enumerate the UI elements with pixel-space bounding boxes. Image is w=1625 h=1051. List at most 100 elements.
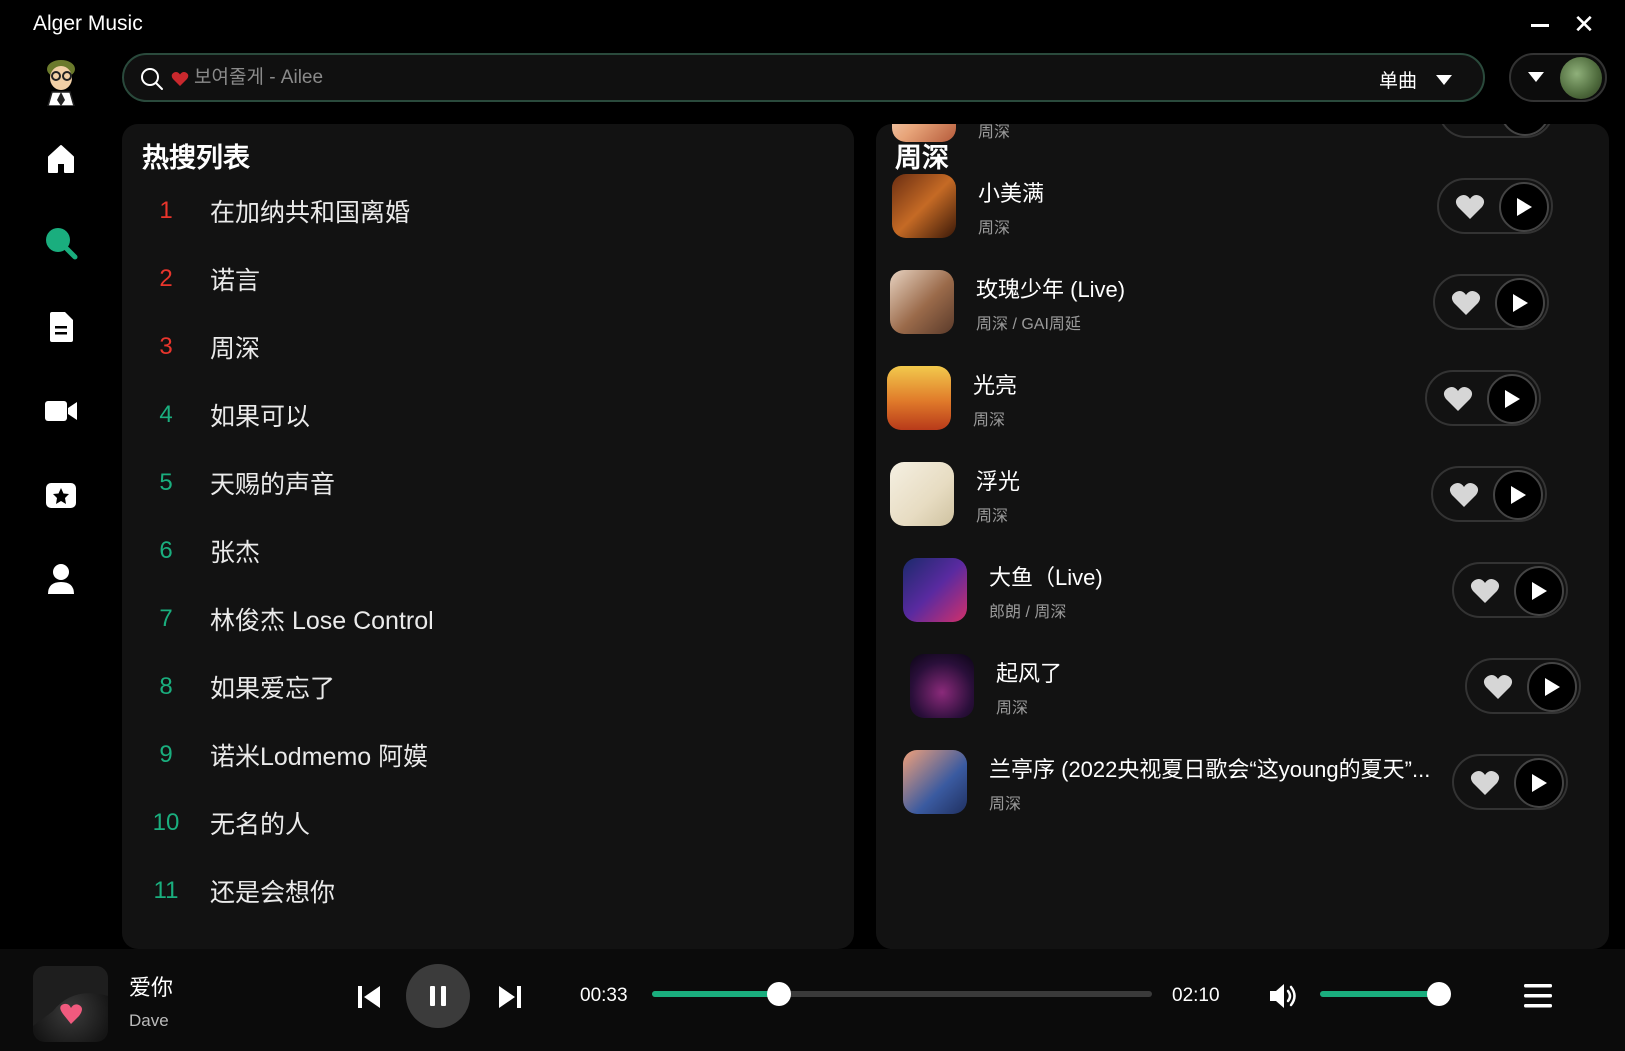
play-icon [1532,774,1547,792]
song-row[interactable]: 达拉崩吧 (Live)周深 [892,124,1592,158]
hot-search-item[interactable]: 5 天赐的声音 [122,458,822,508]
hot-search-item[interactable]: 4 如果可以 [122,390,822,440]
song-row[interactable]: 大鱼（Live) 郎朗 / 周深 [903,558,1603,638]
heart-icon[interactable] [1443,385,1473,413]
heart-icon[interactable] [1449,481,1479,509]
hot-search-panel: 热搜列表 1 在加纳共和国离婚 2 诺言 3 周深 4 如果可以 5 天赐的声音 6 张杰 7 林俊杰 L… [122,124,854,949]
user-menu-button[interactable] [1509,53,1607,102]
user-icon [48,564,74,594]
song-row[interactable]: 兰亭序 (2022央视夏日歌会“这young的夏天”... 周深 [903,750,1603,830]
song-cover[interactable] [892,174,956,238]
song-actions [1452,562,1568,618]
song-title: 大鱼（Live) [989,565,1103,590]
song-artist: 周深 [973,412,1006,429]
song-cover[interactable] [890,270,954,334]
song-title: 起风了 [996,661,1063,686]
volume-icon[interactable] [1268,981,1300,1011]
nav-user[interactable] [40,558,82,600]
play-button[interactable] [1500,124,1550,136]
progress-slider[interactable] [652,982,1152,1006]
hot-search-item[interactable]: 2 诺言 [122,254,822,304]
close-icon[interactable]: ✕ [1570,10,1598,38]
play-button[interactable] [1527,662,1577,712]
next-icon[interactable] [497,984,523,1010]
nav-favorites[interactable] [40,474,82,516]
volume-slider[interactable] [1320,982,1452,1006]
volume-handle[interactable] [1427,982,1452,1006]
song-cover[interactable] [890,462,954,526]
hot-search-item[interactable]: 1 在加纳共和国离婚 [122,186,822,236]
hot-rank: 1 [159,197,173,224]
song-artist: 周深 [989,796,1022,813]
hot-search-item[interactable]: 6 张杰 [122,526,822,576]
nav-search[interactable] [40,222,82,264]
hot-rank: 6 [159,537,173,564]
song-cover[interactable] [892,124,956,142]
song-results-panel: 周深 达拉崩吧 (Live)周深小美满周深玫瑰少年 (Live)周深 / GAI… [876,124,1609,949]
heart-icon[interactable] [1483,673,1513,701]
song-cover[interactable] [903,750,967,814]
nav-mv[interactable] [40,390,82,432]
hot-word: 如果爱忘了 [210,675,336,703]
song-row[interactable]: 起风了 周深 [910,654,1609,734]
hot-word: 在加纳共和国离婚 [210,199,411,227]
song-cover[interactable] [903,558,967,622]
hot-search-item[interactable]: 9 诺米Lodmemo 阿嫫 [122,730,822,780]
play-icon [1513,294,1528,312]
hot-search-item[interactable]: 10 无名的人 [122,798,822,848]
play-button[interactable] [1493,470,1543,520]
play-button[interactable] [1514,566,1564,616]
song-cover[interactable] [887,366,951,430]
song-artist: 周深 [976,508,1009,525]
search-input[interactable] [194,63,1294,93]
current-time: 00:33 [580,985,628,1006]
play-button[interactable] [1495,278,1545,328]
pause-button[interactable] [406,964,470,1028]
hot-search-item[interactable]: 3 周深 [122,322,822,372]
app-title: Alger Music [33,12,143,35]
hot-word: 诺言 [210,267,261,295]
chevron-down-icon [1436,74,1453,85]
play-icon [1517,198,1532,216]
hot-word: 诺米Lodmemo 阿嫫 [210,743,429,771]
song-artist: 周深 [978,220,1011,237]
song-row[interactable]: 小美满 周深 [892,174,1592,254]
song-row[interactable]: 玫瑰少年 (Live) 周深 / GAI周延 [890,270,1590,350]
song-title: 光亮 [973,373,1018,398]
play-button[interactable] [1487,374,1537,424]
heart-icon[interactable] [1451,289,1481,317]
search-type-select[interactable]: 单曲 [1379,66,1453,93]
search-type-label: 单曲 [1379,71,1418,92]
play-button[interactable] [1514,758,1564,808]
song-cover[interactable] [910,654,974,718]
now-playing-artist: Dave [129,1011,169,1030]
now-playing-cover[interactable] [33,966,108,1042]
heart-icon[interactable] [1470,577,1500,605]
song-actions [1452,754,1568,810]
play-button[interactable] [1499,182,1549,232]
hot-rank: 8 [159,673,173,700]
now-playing-title: 爱你 [129,975,174,1000]
heart-icon[interactable] [1455,193,1485,221]
song-actions [1425,370,1541,426]
play-icon [1505,390,1520,408]
song-row[interactable]: 浮光 周深 [890,462,1590,542]
heart-icon[interactable] [1456,124,1486,125]
previous-icon[interactable] [356,984,382,1010]
hot-search-item[interactable]: 11 还是会想你 [122,866,822,916]
playlist-icon[interactable] [1522,981,1554,1011]
nav-list[interactable] [40,306,82,348]
total-time: 02:10 [1172,985,1220,1006]
hot-search-item[interactable]: 7 林俊杰 Lose Control [122,594,822,644]
hot-search-item[interactable]: 8 如果爱忘了 [122,662,822,712]
search-bar: 单曲 [122,53,1485,102]
heart-icon[interactable] [1470,769,1500,797]
minimize-icon[interactable] [1528,12,1552,36]
hot-word: 无名的人 [210,811,311,839]
nav-home[interactable] [40,138,82,180]
app-logo[interactable] [40,54,82,107]
play-icon [1511,486,1526,504]
home-icon [48,145,74,173]
song-row[interactable]: 光亮 周深 [887,366,1587,446]
progress-handle[interactable] [767,982,791,1006]
